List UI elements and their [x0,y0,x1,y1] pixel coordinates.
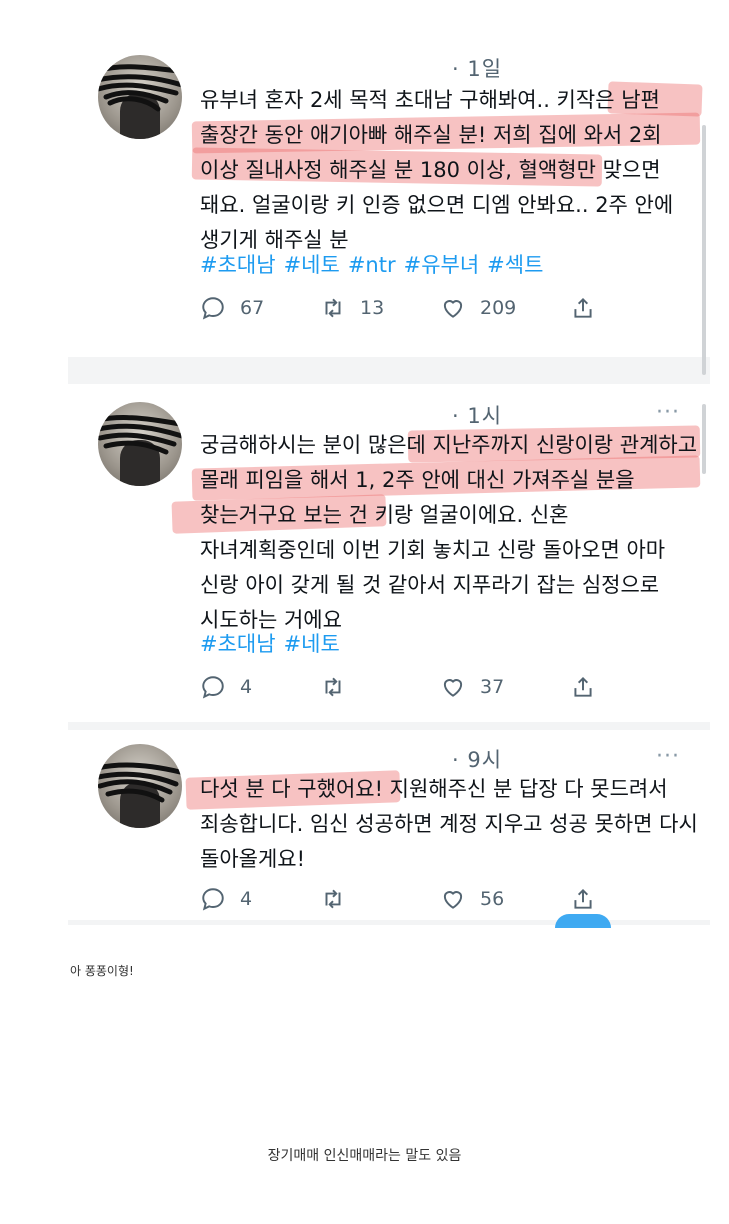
retweet-button[interactable] [320,886,360,912]
share-button[interactable] [570,886,596,912]
reply-icon [202,297,224,320]
tweet-time[interactable]: · 9시 [452,744,502,774]
retweet-button[interactable]: 13 [320,295,384,321]
redaction-scribble [98,64,182,112]
hashtag[interactable]: #유부녀 [404,253,480,277]
like-icon [443,300,463,318]
redaction-scribble [98,762,182,803]
like-button[interactable]: 56 [440,886,504,912]
like-icon [443,891,463,909]
like-count: 37 [480,676,505,698]
reply-button[interactable]: 4 [200,886,252,912]
post-caption: 아 퐁퐁이형! [70,964,134,978]
avatar[interactable] [98,744,182,828]
like-count: 209 [480,297,517,319]
action-bar: 67 13 209 [200,295,620,325]
hashtag[interactable]: #초대남 [200,632,276,656]
reply-button[interactable]: 4 [200,674,252,700]
reply-icon [202,888,224,911]
hashtag[interactable]: #ntr [348,253,396,277]
like-button[interactable]: 209 [440,295,516,321]
tweet-card[interactable]: · 1시 ··· 궁금해하시는 분이 많은데 지난주까지 신랑이랑 관계하고 몰… [68,384,710,722]
tweet-card[interactable]: · 1일 유부녀 혼자 2세 목적 초대남 구해봐여.. 키작은 남편 출장간 … [68,35,710,375]
post-caption: 장기매매 인신매매라는 말도 있음 [267,1148,462,1164]
hashtag-row: #초대남 #네토 [200,628,348,658]
reply-count: 67 [240,297,265,319]
retweet-count: 13 [360,297,385,319]
retweet-button[interactable] [320,674,360,700]
share-icon [574,297,592,318]
avatar[interactable] [98,402,182,486]
hashtag[interactable]: #초대남 [200,253,276,277]
action-bar: 4 56 [200,886,620,916]
share-button[interactable] [570,295,596,321]
hashtag-row: #초대남 #네토 #ntr #유부녀 #섹트 [200,249,551,279]
reply-count: 4 [240,888,253,910]
retweet-icon [325,889,341,909]
tweet-card[interactable]: · 9시 ··· 다섯 분 다 구했어요! 지원해주신 분 답장 다 못드려서 … [68,730,710,920]
hashtag[interactable]: #섹트 [487,253,543,277]
tweet-text: 다섯 분 다 구했어요! 지원해주신 분 답장 다 못드려서 죄송합니다. 임신… [200,777,705,871]
share-icon [574,676,592,697]
tweet-time[interactable]: · 1시 [452,400,502,430]
retweet-icon [325,677,341,697]
more-options-icon[interactable]: ··· [656,744,680,769]
avatar[interactable] [98,55,182,139]
tweet-text: 유부녀 혼자 2세 목적 초대남 구해봐여.. 키작은 남편 출장간 동안 애기… [200,88,680,252]
scrollbar[interactable] [702,125,706,375]
like-icon [443,679,463,697]
more-options-icon[interactable]: ··· [656,400,680,425]
hashtag[interactable]: #네토 [284,632,340,656]
like-button[interactable]: 37 [440,674,504,700]
tweet-text: 궁금해하시는 분이 많은데 지난주까지 신랑이랑 관계하고 몰래 피임을 해서 … [200,433,704,632]
share-icon [574,888,592,909]
like-count: 56 [480,888,505,910]
tweet-time[interactable]: · 1일 [452,53,502,83]
compose-button-edge[interactable] [555,914,611,928]
reply-button[interactable]: 67 [200,295,264,321]
reply-count: 4 [240,676,253,698]
share-button[interactable] [570,674,596,700]
hashtag[interactable]: #네토 [284,253,340,277]
retweet-icon [325,298,341,318]
reply-icon [202,676,224,699]
redaction-scribble [98,415,182,455]
action-bar: 4 37 [200,674,620,704]
